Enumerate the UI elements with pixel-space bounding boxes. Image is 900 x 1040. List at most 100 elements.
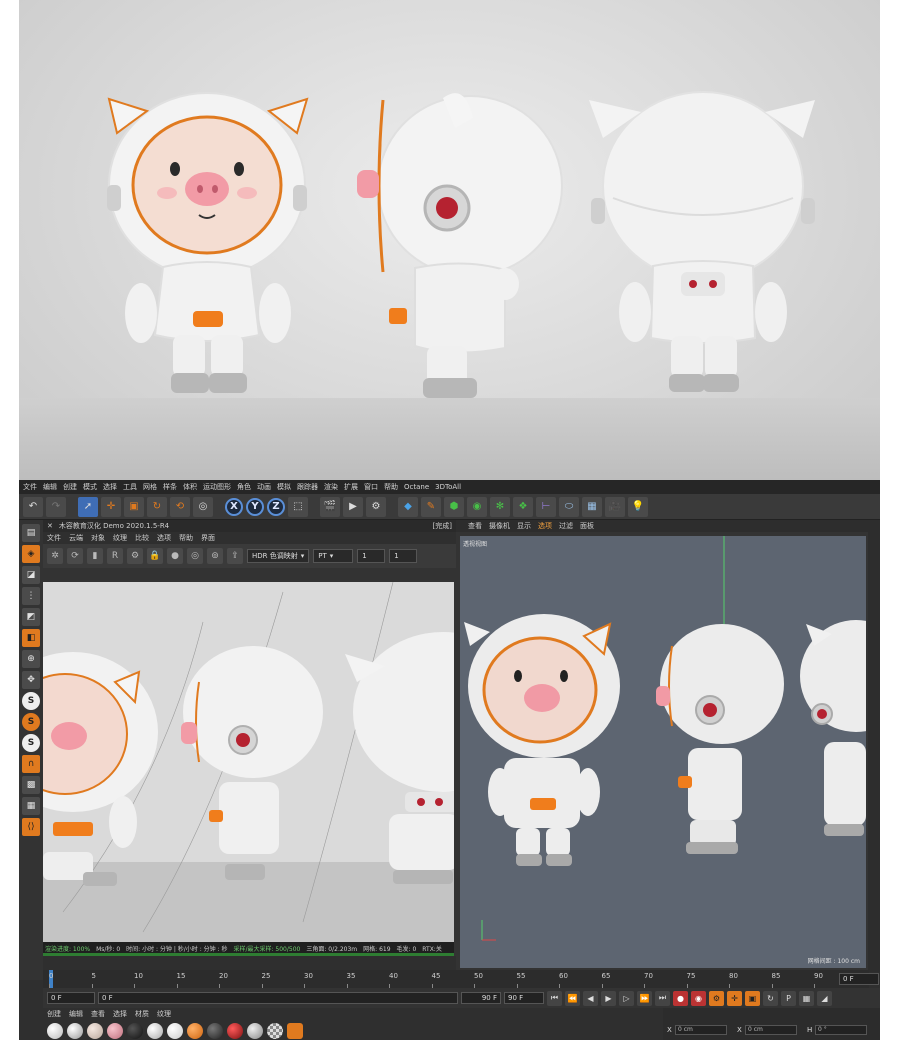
pv-menu-item-1[interactable]: 云端 xyxy=(69,533,83,543)
pv-menu-item-6[interactable]: 帮助 xyxy=(179,533,193,543)
cloner-button[interactable]: ✻ xyxy=(490,496,510,517)
focus-icon[interactable]: ◎ xyxy=(187,548,203,564)
pass-field-2[interactable]: 1 xyxy=(389,549,418,563)
tweak-mode-button[interactable]: ✥ xyxy=(22,671,40,689)
magnet-button[interactable]: ∩ xyxy=(22,755,40,773)
pv-menu-item-0[interactable]: 文件 xyxy=(47,533,61,543)
pin-icon[interactable]: ⊚ xyxy=(207,548,223,564)
menu-item-8[interactable]: 体积 xyxy=(183,482,197,492)
material-menu-item-2[interactable]: 查看 xyxy=(91,1009,105,1019)
autokey-button[interactable]: ◉ xyxy=(691,990,706,1006)
cube-button[interactable]: ◆ xyxy=(398,496,418,517)
position-key-button[interactable]: ✛ xyxy=(727,990,742,1006)
region-icon[interactable]: R xyxy=(107,548,123,564)
floor-button[interactable]: ▦ xyxy=(582,496,602,517)
pv-menu-item-4[interactable]: 比较 xyxy=(135,533,149,543)
deformer-button[interactable]: ⊢ xyxy=(536,496,556,517)
kernel-select[interactable]: PT ▾ xyxy=(313,549,354,563)
material-menu-item-4[interactable]: 材质 xyxy=(135,1009,149,1019)
pv-menu-item-7[interactable]: 界面 xyxy=(201,533,215,543)
goto-end-button[interactable]: ⏭ xyxy=(655,990,670,1006)
render-view-button[interactable]: ▶ xyxy=(343,496,363,517)
refresh-icon[interactable]: ⟳ xyxy=(67,548,83,564)
gear-icon[interactable]: ⚙ xyxy=(127,548,143,564)
viewport-menu-item-2[interactable]: 显示 xyxy=(517,521,531,531)
next-frame-button[interactable]: ▷ xyxy=(619,990,634,1006)
pla-key-button[interactable]: ▦ xyxy=(799,990,814,1006)
live-selection-button[interactable]: ◎ xyxy=(193,496,213,517)
material-menu-item-1[interactable]: 编辑 xyxy=(69,1009,83,1019)
y-field[interactable]: 0 cm xyxy=(745,1025,797,1035)
record-button[interactable]: ● xyxy=(673,990,688,1006)
light-button[interactable]: 💡 xyxy=(628,496,648,517)
polygons-mode-button[interactable]: ◧ xyxy=(22,629,40,647)
keyframe-selection-button[interactable]: ⚙ xyxy=(709,990,724,1006)
viewport-menu-item-4[interactable]: 过滤 xyxy=(559,521,573,531)
material-swatch[interactable] xyxy=(147,1023,163,1039)
scale-tool-button[interactable]: ▣ xyxy=(124,496,144,517)
menu-item-0[interactable]: 文件 xyxy=(23,482,37,492)
next-key-button[interactable]: ⏩ xyxy=(637,990,652,1006)
points-mode-button[interactable]: ⋮ xyxy=(22,587,40,605)
tonemap-select[interactable]: HDR 色调映射 ▾ xyxy=(247,549,310,563)
redo-button[interactable]: ↷ xyxy=(46,496,66,517)
menu-item-12[interactable]: 模拟 xyxy=(277,482,291,492)
timeline[interactable]: 0 F 0 5 10 15 20 25 30 35 40 45 50 55 60 65 70 75 80 85 90 xyxy=(43,970,879,988)
pv-menu-item-2[interactable]: 对象 xyxy=(91,533,105,543)
undo-button[interactable]: ↶ xyxy=(23,496,43,517)
axis-mode-button[interactable]: ⊕ xyxy=(22,650,40,668)
material-swatch[interactable] xyxy=(247,1023,263,1039)
material-swatch[interactable] xyxy=(207,1023,223,1039)
current-frame-field[interactable]: 0 F xyxy=(98,992,458,1004)
render-region-button[interactable]: 🎬 xyxy=(320,496,340,517)
scale-key-button[interactable]: ▣ xyxy=(745,990,760,1006)
grid-button[interactable]: ▦ xyxy=(22,797,40,815)
snap-button-3[interactable]: S xyxy=(22,734,40,752)
menu-item-2[interactable]: 创建 xyxy=(63,482,77,492)
menu-item-11[interactable]: 动画 xyxy=(257,482,271,492)
h-field[interactable]: 0 ° xyxy=(815,1025,867,1035)
menu-item-9[interactable]: 运动图形 xyxy=(203,482,231,492)
viewport-canvas[interactable]: 透视视图 网格间距 : 100 cm xyxy=(460,536,866,968)
end-frame-field[interactable]: 90 F xyxy=(461,992,501,1004)
rotate-tool-button[interactable]: ↻ xyxy=(147,496,167,517)
move-tool-button[interactable]: ✛ xyxy=(101,496,121,517)
coordinate-system-button[interactable]: ⬚ xyxy=(288,496,308,517)
menu-item-5[interactable]: 工具 xyxy=(123,482,137,492)
close-icon[interactable]: ✕ xyxy=(47,522,53,530)
menu-item-13[interactable]: 跟踪器 xyxy=(297,482,318,492)
timeline-frame-field[interactable]: 0 F xyxy=(839,973,879,985)
subdivision-button[interactable]: ⬢ xyxy=(444,496,464,517)
menu-item-17[interactable]: 帮助 xyxy=(384,482,398,492)
menu-item-18[interactable]: Octane xyxy=(404,483,429,491)
menu-item-15[interactable]: 扩展 xyxy=(344,482,358,492)
pen-button[interactable]: ✎ xyxy=(421,496,441,517)
mograph-button[interactable]: ❖ xyxy=(513,496,533,517)
snap-button-1[interactable]: S xyxy=(22,692,40,710)
export-icon[interactable]: ⇪ xyxy=(227,548,243,564)
stop-icon[interactable]: ▮ xyxy=(87,548,103,564)
menu-item-1[interactable]: 编辑 xyxy=(43,482,57,492)
material-swatch[interactable] xyxy=(67,1023,83,1039)
render-settings-button[interactable]: ⚙ xyxy=(366,496,386,517)
material-swatch[interactable] xyxy=(267,1023,283,1039)
rotation-key-button[interactable]: ↻ xyxy=(763,990,778,1006)
max-frame-field[interactable]: 90 F xyxy=(504,992,544,1004)
model-mode-button[interactable]: ◈ xyxy=(22,545,40,563)
environment-button[interactable]: ⬭ xyxy=(559,496,579,517)
pv-menu-item-5[interactable]: 选项 xyxy=(157,533,171,543)
viewport-menu-item-0[interactable]: 查看 xyxy=(468,521,482,531)
camera-button[interactable]: 🎥 xyxy=(605,496,625,517)
x-field[interactable]: 0 cm xyxy=(675,1025,727,1035)
material-swatch[interactable] xyxy=(87,1023,103,1039)
viewport-menu-item-1[interactable]: 摄像机 xyxy=(489,521,510,531)
viewport-menu-item-5[interactable]: 面板 xyxy=(580,521,594,531)
make-editable-button[interactable]: ▤ xyxy=(22,524,40,542)
goto-start-button[interactable]: ⏮ xyxy=(547,990,562,1006)
scheme-button[interactable]: ◢ xyxy=(817,990,832,1006)
material-swatch[interactable] xyxy=(167,1023,183,1039)
color-picker-icon[interactable]: ● xyxy=(167,548,183,564)
prev-key-button[interactable]: ⏪ xyxy=(565,990,580,1006)
material-swatch[interactable] xyxy=(47,1023,63,1039)
menu-item-16[interactable]: 窗口 xyxy=(364,482,378,492)
